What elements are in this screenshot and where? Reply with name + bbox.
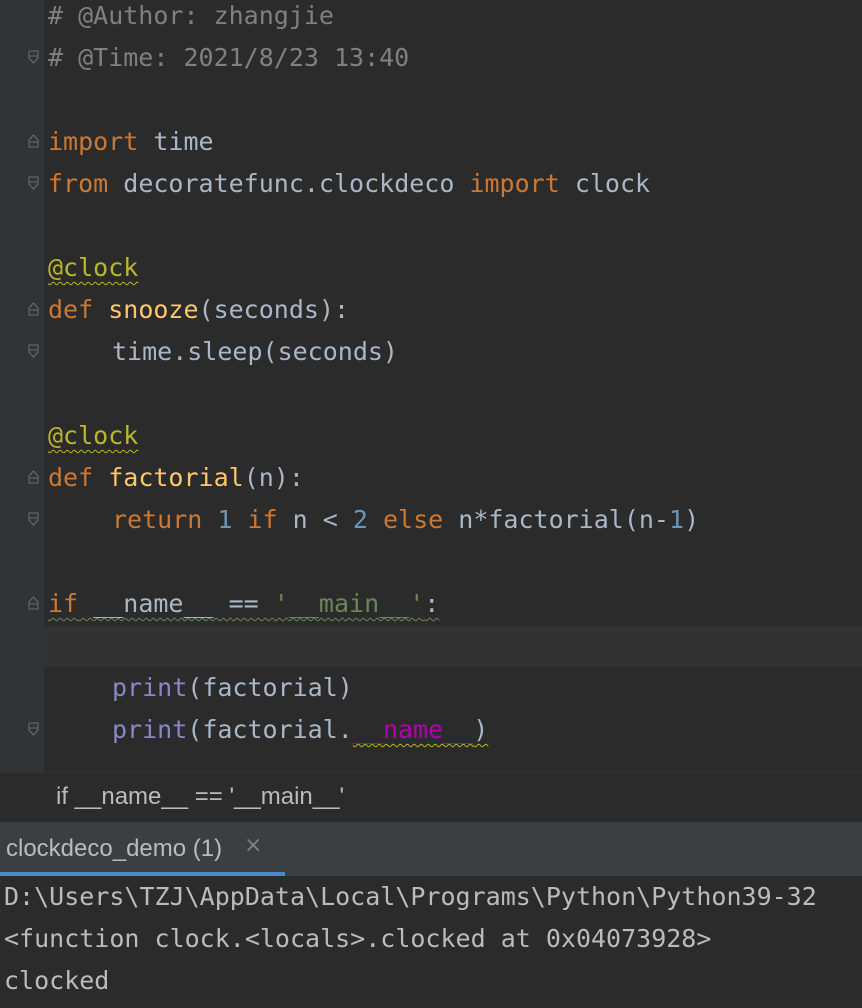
- fold-end-icon[interactable]: [28, 344, 39, 358]
- fold-start-icon[interactable]: [28, 596, 39, 610]
- fold-end-icon[interactable]: [28, 50, 39, 64]
- fold-start-icon[interactable]: [28, 134, 39, 148]
- expression: __name__ ==: [78, 589, 274, 618]
- console-line: D:\Users\TZJ\AppData\Local\Programs\Pyth…: [4, 882, 817, 911]
- code-line-from-import: from decoratefunc.clockdeco import clock: [48, 163, 650, 205]
- number: 2: [352, 505, 368, 534]
- number: 1: [669, 505, 685, 534]
- fold-start-icon[interactable]: [28, 470, 39, 484]
- module-name: time: [138, 127, 214, 156]
- fold-end-icon[interactable]: [28, 176, 39, 190]
- builtin: print: [112, 715, 188, 744]
- run-tab-bar: clockdeco_demo (1) ×: [0, 822, 862, 877]
- args: (factorial.: [187, 715, 353, 744]
- colon: :: [424, 589, 440, 618]
- decorator: @clock: [48, 253, 139, 282]
- code-line-def-factorial: def factorial(n):: [48, 457, 304, 499]
- code-editor[interactable]: # @Author: zhangjie # @Time: 2021/8/23 1…: [0, 0, 862, 772]
- params: (seconds):: [198, 295, 350, 324]
- console-line: <function clock.<locals>.clocked at 0x04…: [4, 924, 712, 953]
- params: (n):: [243, 463, 304, 492]
- keyword: from: [48, 169, 109, 198]
- editor-gutter: [0, 0, 44, 772]
- comment: # @Author: zhangjie: [48, 1, 334, 30]
- args: (factorial): [187, 673, 353, 702]
- keyword: def: [48, 295, 94, 324]
- expression: n*factorial(n-: [443, 505, 669, 534]
- console-line: clocked: [4, 966, 110, 995]
- fold-end-icon[interactable]: [28, 722, 39, 736]
- keyword: def: [48, 463, 94, 492]
- code-line-body-sleep: time.sleep(seconds): [112, 331, 398, 373]
- keyword: import: [469, 169, 560, 198]
- keyword: return: [112, 505, 203, 534]
- code-line-def-snooze: def snooze(seconds):: [48, 289, 349, 331]
- code-line-decorator: @clock: [48, 247, 138, 289]
- statement: time.sleep(seconds): [112, 337, 398, 366]
- imported-name: clock: [559, 169, 651, 198]
- run-tab-label: clockdeco_demo (1): [6, 835, 223, 862]
- string: '__main__': [273, 589, 425, 618]
- function-name: factorial: [108, 463, 244, 492]
- code-line-decorator: @clock: [48, 415, 138, 457]
- function-name: snooze: [108, 295, 199, 324]
- number: 1: [217, 505, 233, 534]
- code-line-print-factorial: print(factorial): [112, 667, 353, 709]
- magic-attribute: __name__: [352, 715, 474, 744]
- code-area[interactable]: # @Author: zhangjie # @Time: 2021/8/23 1…: [48, 0, 860, 772]
- fold-end-icon[interactable]: [28, 512, 39, 526]
- keyword: else: [383, 505, 444, 534]
- builtin: print: [112, 673, 188, 702]
- run-tab[interactable]: clockdeco_demo (1) ×: [0, 822, 285, 876]
- keyword: import: [48, 127, 139, 156]
- code-line-return: return 1 if n < 2 else n*factorial(n-1): [112, 499, 699, 541]
- decorator: @clock: [48, 421, 139, 450]
- paren: ): [684, 505, 700, 534]
- code-line-print-name: print(factorial.__name__): [112, 709, 488, 751]
- paren: ): [473, 715, 489, 744]
- code-line-author: # @Author: zhangjie: [48, 0, 334, 37]
- code-line-import: import time: [48, 121, 214, 163]
- breadcrumb-bar: if __name__ == '__main__': [0, 772, 862, 823]
- comment: # @Time: 2021/8/23 13:40: [48, 43, 410, 72]
- expression: n <: [277, 505, 353, 534]
- close-icon[interactable]: ×: [244, 833, 262, 858]
- code-line-time: # @Time: 2021/8/23 13:40: [48, 37, 409, 79]
- code-line-main-guard: if __name__ == '__main__':: [48, 583, 439, 625]
- keyword: if: [48, 589, 79, 618]
- module-path: decoratefunc.clockdeco: [108, 169, 470, 198]
- breadcrumb[interactable]: if __name__ == '__main__': [56, 783, 344, 811]
- keyword: if: [247, 505, 278, 534]
- fold-start-icon[interactable]: [28, 302, 39, 316]
- run-console[interactable]: D:\Users\TZJ\AppData\Local\Programs\Pyth…: [0, 876, 862, 1008]
